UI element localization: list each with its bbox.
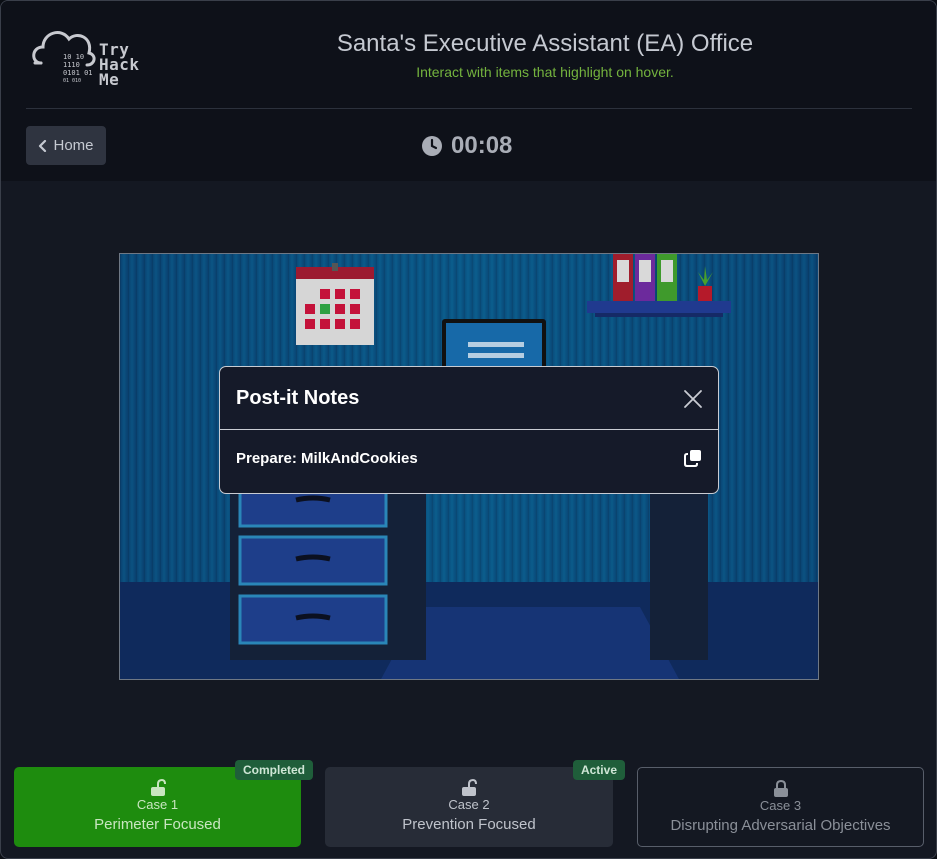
logo-binary-line: 01 010 bbox=[63, 78, 82, 84]
modal-body: Prepare: MilkAndCookies bbox=[220, 430, 718, 493]
case-number: Case 1 bbox=[136, 797, 179, 812]
calendar-item[interactable] bbox=[296, 263, 374, 345]
case-3-card[interactable]: Case 3 Disrupting Adversarial Objectives bbox=[637, 767, 924, 847]
unlocked-icon bbox=[462, 779, 477, 796]
logo-binary: 10 10 1110 0101 01 01 010 bbox=[63, 53, 93, 85]
case-name: Perimeter Focused bbox=[94, 816, 221, 833]
app-frame: 10 10 1110 0101 01 01 010 Try Hack Me Sa… bbox=[0, 0, 937, 859]
case-selector: Completed Case 1 Perimeter Focused Activ… bbox=[1, 760, 936, 847]
header: 10 10 1110 0101 01 01 010 Try Hack Me Sa… bbox=[1, 1, 936, 181]
case-2-card[interactable]: Active Case 2 Prevention Focused bbox=[325, 760, 625, 847]
case-1-card[interactable]: Completed Case 1 Perimeter Focused bbox=[14, 760, 313, 847]
post-it-notes-modal: Post-it Notes Prepare: MilkAndCookies bbox=[219, 366, 719, 494]
logo-binary-line: 1110 bbox=[63, 61, 80, 69]
logo-wordmark: Try Hack Me bbox=[99, 42, 140, 89]
timer-value: 00:08 bbox=[451, 132, 513, 159]
modal-header: Post-it Notes bbox=[220, 367, 718, 430]
tryhackme-logo: 10 10 1110 0101 01 01 010 Try Hack Me bbox=[31, 25, 156, 97]
copy-icon[interactable] bbox=[684, 449, 702, 467]
case-number: Case 3 bbox=[759, 798, 802, 813]
home-button-label: Home bbox=[53, 137, 94, 154]
timer: 00:08 bbox=[421, 131, 512, 161]
logo-binary-line: 0101 01 bbox=[63, 69, 93, 77]
clock-icon bbox=[422, 136, 442, 156]
logo-word-me: Me bbox=[99, 70, 120, 89]
chevron-left-icon bbox=[39, 139, 47, 152]
page-title: Santa's Executive Assistant (EA) Office bbox=[336, 30, 754, 57]
case-name: Disrupting Adversarial Objectives bbox=[670, 817, 891, 834]
case-name: Prevention Focused bbox=[402, 816, 536, 833]
home-button[interactable]: Home bbox=[26, 126, 106, 165]
close-icon[interactable] bbox=[682, 388, 704, 410]
header-divider bbox=[26, 108, 912, 109]
page-subtitle: Interact with items that highlight on ho… bbox=[416, 64, 674, 80]
locked-icon bbox=[773, 780, 788, 797]
modal-title: Post-it Notes bbox=[236, 387, 360, 409]
logo-binary-line: 10 10 bbox=[63, 53, 85, 61]
status-badge-active: Active bbox=[572, 760, 625, 780]
status-badge-completed: Completed bbox=[234, 760, 313, 780]
post-it-note-text: Prepare: MilkAndCookies bbox=[236, 450, 418, 467]
unlocked-icon bbox=[150, 779, 166, 796]
case-number: Case 2 bbox=[448, 797, 490, 812]
